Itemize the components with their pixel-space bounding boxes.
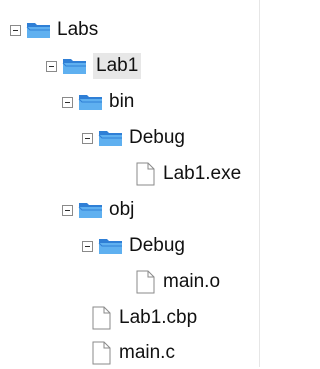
node-label: main.o <box>163 271 221 292</box>
collapse-toggle[interactable] <box>82 132 93 144</box>
collapse-toggle[interactable] <box>62 96 73 108</box>
folder-icon <box>26 23 50 38</box>
tree-file-lab1-cbp[interactable]: Lab1.cbp <box>92 302 197 334</box>
tree-node-bin[interactable]: bin <box>62 86 134 118</box>
tree-node-obj[interactable]: obj <box>62 194 134 226</box>
tree-node-obj-debug[interactable]: Debug <box>82 230 185 262</box>
file-icon <box>92 306 111 330</box>
node-label: obj <box>109 199 135 220</box>
folder-icon <box>62 59 86 74</box>
tree-node-labs[interactable]: Labs <box>10 14 98 46</box>
node-label: Lab1.exe <box>163 163 242 184</box>
file-icon <box>136 162 155 186</box>
panel-edge <box>259 0 263 367</box>
folder-icon <box>78 95 102 110</box>
node-label: Labs <box>57 19 99 40</box>
collapse-toggle[interactable] <box>46 60 57 72</box>
folder-icon <box>98 239 122 254</box>
file-icon <box>92 341 111 365</box>
node-label: bin <box>109 91 135 112</box>
node-label: main.c <box>119 342 175 363</box>
folder-icon <box>78 203 102 218</box>
node-label: Debug <box>129 127 185 148</box>
project-tree: Labs Lab1 bin Debug Lab1.exe obj Debug m… <box>0 0 263 367</box>
tree-node-lab1[interactable]: Lab1 <box>46 50 142 82</box>
collapse-toggle[interactable] <box>10 24 21 36</box>
tree-file-main-c[interactable]: main.c <box>92 337 175 369</box>
folder-icon <box>98 131 122 146</box>
node-label: Debug <box>129 235 185 256</box>
tree-file-main-o[interactable]: main.o <box>136 266 220 298</box>
collapse-toggle[interactable] <box>82 240 93 252</box>
file-icon <box>136 270 155 294</box>
tree-file-lab1-exe[interactable]: Lab1.exe <box>136 158 241 190</box>
node-label: Lab1 <box>93 53 142 79</box>
collapse-toggle[interactable] <box>62 204 73 216</box>
tree-node-bin-debug[interactable]: Debug <box>82 122 185 154</box>
node-label: Lab1.cbp <box>119 307 198 328</box>
